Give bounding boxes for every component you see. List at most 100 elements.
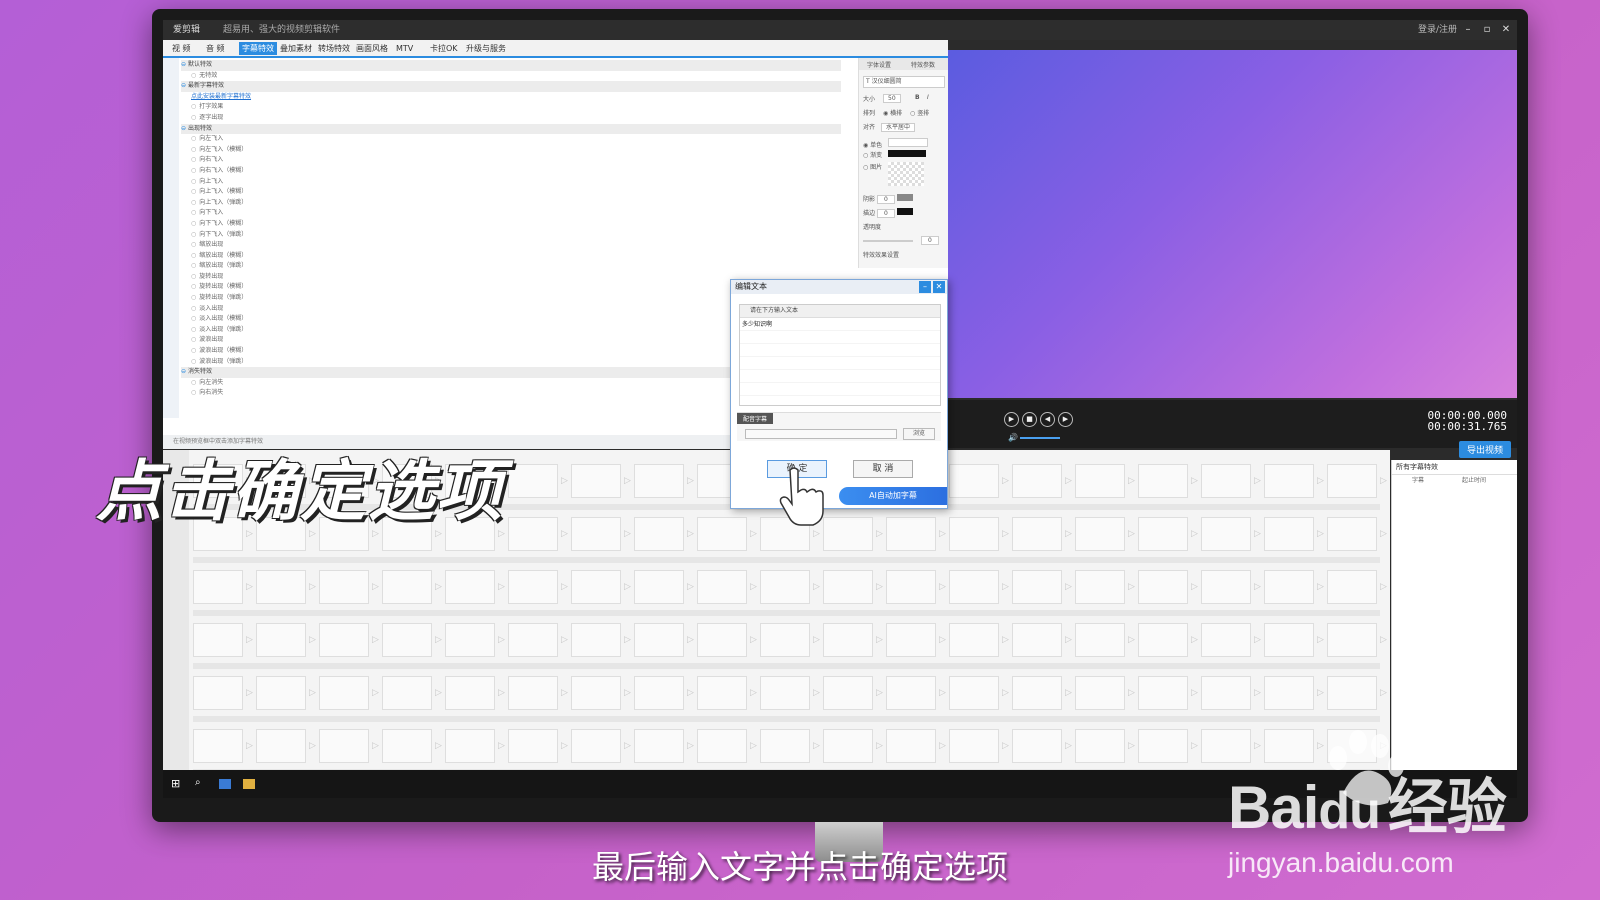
timeline-frame-slot[interactable] [319, 729, 369, 763]
shadow-input[interactable]: 0 [876, 195, 895, 204]
timeline-frame-slot[interactable] [949, 464, 999, 498]
tree-item[interactable]: 向下飞入 [181, 208, 841, 219]
timeline-frame-slot[interactable] [508, 623, 558, 657]
timeline-frame-slot[interactable] [1075, 464, 1125, 498]
timeline-frame-slot[interactable] [1264, 676, 1314, 710]
timeline-track[interactable]: ▷ ▷ ▷ ▷ ▷ ▷ ▷ ▷ ▷ ▷ ▷ ▷ ▷ ▷ ▷ ▷ ▷ ▷ ▷ [193, 619, 1387, 669]
timeline-frame-slot[interactable] [1327, 517, 1377, 551]
tab-subtitle-effects[interactable]: 字幕特效 [239, 42, 277, 55]
timeline-frame-slot[interactable] [1264, 623, 1314, 657]
timeline-frame-slot[interactable] [1327, 570, 1377, 604]
timeline-frame-slot[interactable] [1327, 623, 1377, 657]
timeline-frame-slot[interactable] [634, 570, 684, 604]
timeline-frame-slot[interactable] [571, 623, 621, 657]
timeline-frame-slot[interactable] [1327, 676, 1377, 710]
search-icon[interactable]: ⌕ [195, 777, 201, 788]
restore-icon[interactable]: ▫ [1478, 20, 1496, 40]
timeline-frame-slot[interactable] [1138, 464, 1188, 498]
opacity-input[interactable]: 0 [921, 236, 939, 245]
tree-item[interactable]: 向下飞入（弹跳） [181, 230, 841, 241]
timeline-frame-slot[interactable] [697, 729, 747, 763]
timeline-frame-slot[interactable] [1138, 729, 1188, 763]
timeline-frame-slot[interactable] [319, 676, 369, 710]
timeline-frame-slot[interactable] [256, 729, 306, 763]
play-icon[interactable]: ▶ [1004, 412, 1019, 427]
timeline-frame-slot[interactable] [697, 623, 747, 657]
tab-video[interactable]: 视 频 [169, 42, 194, 55]
layout-horizontal-radio[interactable]: ◉ [883, 110, 888, 117]
tree-item[interactable]: 向左飞入 [181, 134, 841, 145]
font-select[interactable]: T 汉仪细圆简 [863, 76, 945, 88]
timeline-track[interactable]: ▷ ▷ ▷ ▷ ▷ ▷ ▷ ▷ ▷ ▷ ▷ ▷ ▷ ▷ ▷ ▷ ▷ ▷ ▷ [193, 672, 1387, 722]
timeline-frame-slot[interactable] [760, 623, 810, 657]
timeline-frame-slot[interactable] [949, 517, 999, 551]
timeline-frame-slot[interactable] [382, 729, 432, 763]
tree-item[interactable]: 向右飞入 [181, 155, 841, 166]
timeline-frame-slot[interactable] [193, 729, 243, 763]
cancel-button[interactable]: 取 消 [853, 460, 913, 478]
timeline-frame-slot[interactable] [508, 570, 558, 604]
timeline-frame-slot[interactable] [760, 729, 810, 763]
tab-upgrade[interactable]: 升级与服务 [463, 42, 509, 55]
timeline-frame-slot[interactable] [886, 570, 936, 604]
stop-icon[interactable]: ■ [1022, 412, 1037, 427]
timeline-track[interactable]: ▷ ▷ ▷ ▷ ▷ ▷ ▷ ▷ ▷ ▷ ▷ ▷ ▷ ▷ ▷ ▷ ▷ ▷ ▷ [193, 566, 1387, 616]
italic-icon[interactable]: I [927, 94, 929, 101]
dialog-minimize-icon[interactable]: – [919, 281, 931, 293]
timeline-frame-slot[interactable] [760, 570, 810, 604]
tree-category[interactable]: 出现特效 [181, 123, 841, 135]
timeline-frame-slot[interactable] [1201, 729, 1251, 763]
color-gradient-radio[interactable]: ○ [863, 152, 868, 159]
prev-frame-icon[interactable]: ◀ [1040, 412, 1055, 427]
timeline-frame-slot[interactable] [1012, 464, 1062, 498]
timeline-frame-slot[interactable] [571, 464, 621, 498]
timeline-frame-slot[interactable] [949, 570, 999, 604]
timeline-frame-slot[interactable] [508, 676, 558, 710]
timeline-frame-slot[interactable] [319, 623, 369, 657]
timeline-frame-slot[interactable] [823, 517, 873, 551]
timeline-frame-slot[interactable] [382, 676, 432, 710]
next-frame-icon[interactable]: ▶ [1058, 412, 1073, 427]
size-input[interactable]: 50 [883, 94, 901, 103]
bold-icon[interactable]: B [915, 94, 920, 101]
timeline-frame-slot[interactable] [1201, 570, 1251, 604]
tree-item[interactable]: 打字效果 [181, 102, 841, 113]
timeline-frame-slot[interactable] [508, 517, 558, 551]
volume-slider[interactable] [1020, 437, 1060, 439]
timeline-frame-slot[interactable] [445, 623, 495, 657]
timeline-frame-slot[interactable] [1201, 676, 1251, 710]
timeline-frame-slot[interactable] [193, 676, 243, 710]
tree-category[interactable]: 默认特效 [181, 60, 841, 71]
timeline-frame-slot[interactable] [1075, 517, 1125, 551]
timeline-frame-slot[interactable] [1138, 623, 1188, 657]
timeline-frame-slot[interactable] [886, 517, 936, 551]
folder-icon[interactable] [243, 779, 255, 789]
timeline-frame-slot[interactable] [1012, 676, 1062, 710]
tree-item[interactable]: 缩放出现（弹跳） [181, 261, 841, 272]
timeline-frame-slot[interactable] [571, 517, 621, 551]
browse-button[interactable]: 浏览 [903, 428, 935, 440]
layout-vertical-radio[interactable]: ○ [910, 110, 915, 117]
tree-item[interactable]: 无特效 [181, 71, 841, 82]
close-icon[interactable]: ✕ [1497, 20, 1515, 40]
tree-item[interactable]: 向上飞入 [181, 177, 841, 188]
timeline-frame-slot[interactable] [634, 729, 684, 763]
timeline-frame-slot[interactable] [949, 623, 999, 657]
tab-transitions[interactable]: 转场特效 [315, 42, 353, 55]
timeline-frame-slot[interactable] [823, 729, 873, 763]
timeline-frame-slot[interactable] [886, 623, 936, 657]
timeline-frame-slot[interactable] [949, 676, 999, 710]
tab-overlay[interactable]: 叠加素材 [277, 42, 315, 55]
tab-effect-params[interactable]: 特效参数 [911, 60, 935, 69]
user-login[interactable]: 登录/注册 [1418, 20, 1457, 40]
timeline-frame-slot[interactable] [1075, 623, 1125, 657]
timeline-frame-slot[interactable] [193, 623, 243, 657]
timeline-frame-slot[interactable] [634, 464, 684, 498]
timeline-frame-slot[interactable] [319, 570, 369, 604]
stroke-color[interactable] [896, 208, 913, 215]
text-input-area[interactable]: 请在下方输入文本 多少知识啊 [739, 304, 941, 406]
timeline-frame-slot[interactable] [1201, 623, 1251, 657]
text-input-content[interactable]: 多少知识啊 [740, 318, 940, 329]
browser-icon[interactable] [219, 779, 231, 789]
shadow-color[interactable] [896, 194, 913, 201]
